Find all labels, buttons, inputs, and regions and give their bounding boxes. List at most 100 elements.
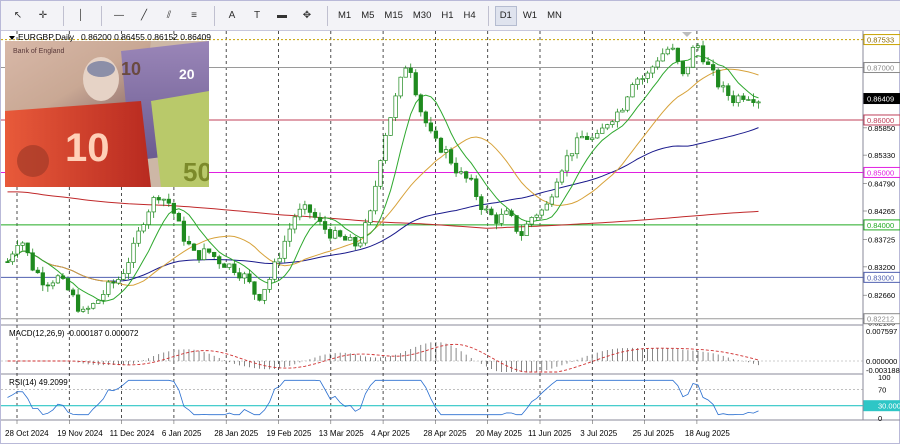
cursor-icon[interactable]: ↖ [7,5,29,27]
time-axis[interactable]: 28 Oct 2024 19 Nov 2024 11 Dec 2024 6 Jan 2… [5,420,730,438]
candle-body [111,281,116,284]
candle-body [524,223,529,236]
candle-body [126,262,131,274]
toolbar-separator [487,5,489,26]
candle-body [443,149,449,153]
vertical-line-icon[interactable]: │ [70,5,92,27]
candle-body [96,299,101,304]
rsi-label: RSI(14) 49.2099 [9,378,68,387]
timeframe-w1[interactable]: W1 [519,6,541,26]
candle-body [55,275,61,284]
price-tick-label: 0.82660 [868,291,895,300]
price-tick-label: 0.83200 [868,263,895,272]
price-tick-label: 0.84265 [868,207,895,216]
svg-text:Bank of England: Bank of England [13,48,64,55]
candle-body [25,242,30,254]
date-label: 28 Oct 2024 [5,429,49,438]
candle-body [549,196,554,205]
candle-body [181,220,187,242]
candle-body [494,214,499,224]
toolbar-separator [101,5,102,26]
price-axis[interactable]: 0.875330.870000.864090.860000.858500.853… [863,34,900,423]
candle-body [191,243,197,251]
candle-body [50,282,55,287]
candle-body [131,242,136,263]
trendline-icon[interactable]: ╱ [133,5,155,27]
candle-body [15,245,20,255]
candle-body [438,137,444,153]
macd-label: MACD(12,26,9) -0.000187 0.000072 [9,329,139,338]
candle-body [196,250,202,260]
candle-body [166,198,171,204]
price-chart[interactable]: 50 10 10 20 Bank of England EURGBP,Daily… [1,31,900,444]
timeframe-selector: M1 M5 M15 M30 H1 H4 D1 W1 MN [334,5,568,26]
candle-body [81,308,86,312]
candle-body [459,171,464,174]
candle-body [534,214,539,218]
candle-body [186,241,192,245]
date-label: 18 Aug 2025 [685,429,730,438]
candle-body [272,261,277,280]
candle-body [605,124,610,129]
toolbar-separator [63,5,64,26]
candle-body [343,236,348,241]
candle-body [373,185,378,212]
toolbar-separator [214,5,215,26]
macd-pane: MACD(12,26,9) -0.000187 0.000072 [1,329,863,373]
timeframe-h1[interactable]: H1 [437,6,457,26]
candle-body [227,263,232,268]
candle-body [257,293,262,301]
timeframe-mn[interactable]: MN [543,6,566,26]
text-label-icon[interactable]: T [246,5,268,27]
candle-body [70,289,76,296]
text-icon[interactable]: A [221,5,243,27]
candle-body [736,95,741,104]
date-label: 11 Dec 2024 [110,429,155,438]
timeframe-m5[interactable]: M5 [357,6,378,26]
candle-body [650,66,655,74]
price-badge-label: 0.87000 [867,64,894,73]
candle-body [544,203,549,211]
candle-body [640,78,645,80]
date-label: 11 Jun 2025 [528,429,572,438]
candle-body [277,257,282,263]
candle-body [20,242,25,246]
shapes-icon[interactable]: ✥ [296,5,318,27]
date-label: 19 Nov 2024 [57,429,103,438]
candle-body [156,197,161,201]
price-badge-label: 0.83000 [867,273,894,282]
svg-text:10: 10 [121,59,141,79]
candle-body [469,177,474,180]
timeframe-h4[interactable]: H4 [460,6,480,26]
candle-body [146,211,151,225]
candle-body [30,252,35,271]
candle-body [348,236,353,241]
timeframe-m1[interactable]: M1 [334,6,355,26]
candle-body [711,64,716,71]
price-badge-label: 0.85000 [867,168,894,177]
candle-body [333,230,338,239]
price-badge-label: 0.87533 [867,36,894,45]
channel-icon[interactable]: ⫽ [158,5,180,27]
candle-body [232,263,237,273]
horizontal-line-icon[interactable]: — [108,5,130,27]
candle-body [5,261,10,263]
rsi-axis-label: 0 [878,414,882,423]
crosshair-icon[interactable]: ✛ [32,5,54,27]
timeframe-m30[interactable]: M30 [409,6,435,26]
chart-header: EURGBP,Daily 0.86200 0.86455 0.86152 0.8… [9,32,211,42]
currency-notes-logo: 50 10 10 20 Bank of England [5,41,209,187]
candle-body [35,269,40,274]
timeframe-m15[interactable]: M15 [380,6,406,26]
candle-body [680,61,685,75]
fibonacci-icon[interactable]: ≡ [183,5,205,27]
candle-body [741,95,746,100]
trading-chart-window: ↖ ✛ │ — ╱ ⫽ ≡ A T ▬ ✥ M1 M5 M15 M30 H1 H4 D1 W1 MN [0,0,900,444]
candle-body [716,69,721,88]
candle-body [242,273,247,279]
rectangle-icon[interactable]: ▬ [271,5,293,27]
timeframe-d1[interactable]: D1 [494,5,517,26]
candle-body [569,153,575,157]
candle-body [302,204,307,210]
candle-body [317,217,323,222]
